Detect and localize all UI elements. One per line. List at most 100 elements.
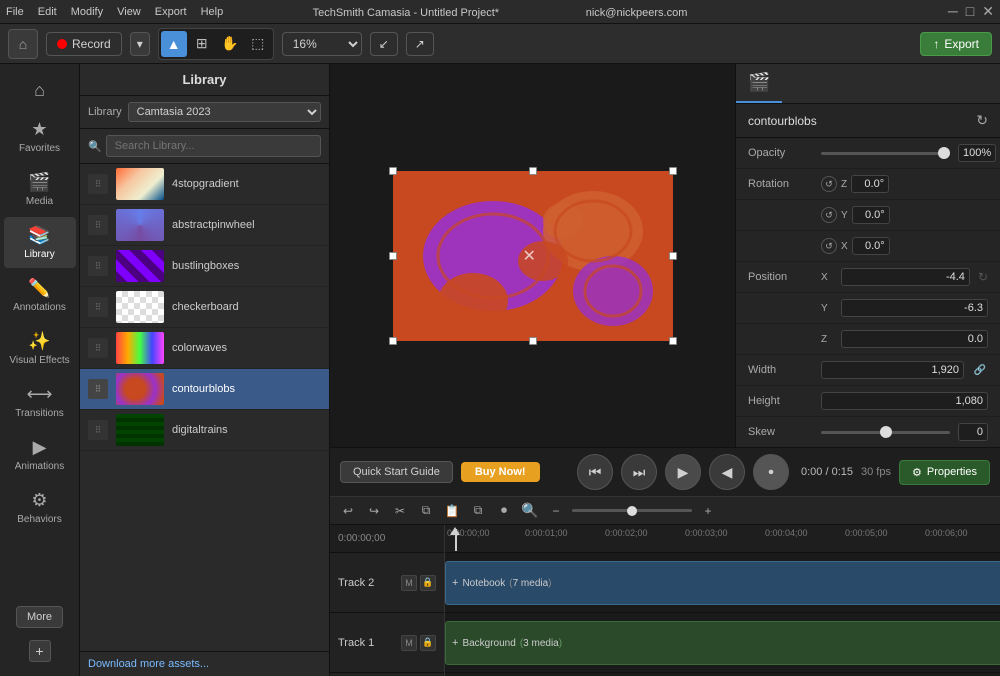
add-button[interactable]: +: [29, 640, 51, 662]
list-item[interactable]: ⠿ 4stopgradient: [80, 164, 329, 205]
download-assets-link[interactable]: Download more assets...: [88, 658, 209, 670]
nav-transitions[interactable]: ⟷ Transitions: [4, 376, 76, 427]
menu-help[interactable]: Help: [201, 6, 224, 18]
rotation-z-value[interactable]: 0.0°: [851, 175, 889, 193]
canvas-container[interactable]: ✕: [393, 171, 673, 341]
end-button[interactable]: ⏺: [753, 454, 789, 490]
nav-behaviors[interactable]: ⚙ Behaviors: [4, 482, 76, 533]
nav-animations[interactable]: ▶ Animations: [4, 429, 76, 480]
position-x-value[interactable]: -4.4: [841, 268, 970, 286]
list-item[interactable]: ⠿ checkerboard: [80, 287, 329, 328]
track1-lock-btn[interactable]: 🔒: [420, 635, 436, 651]
zoom-plus-icon[interactable]: +: [698, 501, 718, 521]
redo-icon[interactable]: ↪: [364, 501, 384, 521]
step-forward-button[interactable]: ◀: [709, 454, 745, 490]
record-button[interactable]: Record: [46, 32, 122, 56]
menu-modify[interactable]: Modify: [71, 6, 103, 18]
list-item[interactable]: ⠿ contourblobs: [80, 369, 329, 410]
track2-clip[interactable]: + Notebook (7 media): [445, 561, 1000, 605]
step-back-button[interactable]: ⏭: [621, 454, 657, 490]
handle-br[interactable]: [669, 337, 677, 345]
handle-tr[interactable]: [669, 167, 677, 175]
handle-ml[interactable]: [389, 252, 397, 260]
quickstart-button[interactable]: Quick Start Guide: [340, 461, 453, 483]
copy-icon[interactable]: ⧉: [416, 501, 436, 521]
search-input[interactable]: [106, 135, 321, 157]
position-y-value[interactable]: -6.3: [841, 299, 988, 317]
menu-export[interactable]: Export: [155, 6, 187, 18]
undo-icon[interactable]: ↩: [338, 501, 358, 521]
skew-slider[interactable]: [821, 431, 950, 434]
nav-media[interactable]: 🎬 Media: [4, 164, 76, 215]
properties-button[interactable]: ⚙ Properties: [899, 460, 990, 485]
play-button[interactable]: ▶: [665, 454, 701, 490]
select-tool[interactable]: ▲: [161, 31, 187, 57]
rotation-x-row: ↺ X 0.0°: [736, 231, 1000, 262]
link-icon[interactable]: 🔗: [972, 362, 988, 378]
zoom-minus-icon[interactable]: −: [546, 501, 566, 521]
list-item[interactable]: ⠿ colorwaves: [80, 328, 329, 369]
handle-bm[interactable]: [529, 337, 537, 345]
export-button[interactable]: ↑ Export: [920, 32, 992, 56]
list-item[interactable]: ⠿ bustlingboxes: [80, 246, 329, 287]
buynow-button[interactable]: Buy Now!: [461, 462, 540, 482]
rotation-y-value[interactable]: 0.0°: [852, 206, 890, 224]
handle-mr[interactable]: [669, 252, 677, 260]
handle-tl[interactable]: [389, 167, 397, 175]
nav-forward-button[interactable]: ↗: [406, 32, 434, 56]
more-button[interactable]: More: [16, 606, 63, 628]
nav-visual-effects[interactable]: ✨ Visual Effects: [4, 323, 76, 374]
nav-media-label: Media: [26, 196, 53, 207]
nav-home[interactable]: ⌂: [4, 72, 76, 109]
menu-edit[interactable]: Edit: [38, 6, 57, 18]
handle-bl[interactable]: [389, 337, 397, 345]
opacity-value[interactable]: 100%: [958, 144, 996, 162]
menu-bar: File Edit Modify View Export Help TechSm…: [0, 0, 1000, 24]
menu-file[interactable]: File: [6, 6, 24, 18]
skew-value[interactable]: 0: [958, 423, 988, 441]
zoom-selector[interactable]: 16%: [282, 32, 362, 56]
track1-clip[interactable]: + Background (3 media): [445, 621, 1000, 665]
nav-favorites[interactable]: ★ Favorites: [4, 111, 76, 162]
width-value[interactable]: 1,920: [821, 361, 964, 379]
handle-tm[interactable]: [529, 167, 537, 175]
library-thumb: [116, 414, 164, 446]
list-item[interactable]: ⠿ digitaltrains: [80, 410, 329, 451]
time-ruler: 0:00:00;00 0:00:01;00 0:00:02;00 0:00:03…: [445, 525, 1000, 553]
cut-icon[interactable]: ✂: [390, 501, 410, 521]
track2-lock-btn[interactable]: 🔒: [420, 575, 436, 591]
track1-mute-btn[interactable]: M: [401, 635, 417, 651]
menu-view[interactable]: View: [117, 6, 141, 18]
zoom-in-icon[interactable]: 🔍: [520, 501, 540, 521]
track2-mute-btn[interactable]: M: [401, 575, 417, 591]
record-tl-icon[interactable]: ⏺: [494, 501, 514, 521]
rewind-button[interactable]: ⏮: [577, 454, 613, 490]
position-z-value[interactable]: 0.0: [841, 330, 988, 348]
rotation-y-icon[interactable]: ↺: [821, 207, 837, 223]
transform-tool[interactable]: ⊞: [189, 31, 215, 57]
close-icon[interactable]: ✕: [982, 3, 994, 20]
rotation-x-icon[interactable]: ↺: [821, 238, 837, 254]
dropdown-arrow-icon[interactable]: ▾: [130, 32, 150, 56]
minimize-icon[interactable]: ─: [948, 3, 958, 20]
nav-annotations[interactable]: ✏️ Annotations: [4, 270, 76, 321]
nav-library[interactable]: 📚 Library: [4, 217, 76, 268]
pan-tool[interactable]: ✋: [217, 31, 243, 57]
opacity-slider[interactable]: [821, 152, 950, 155]
crop-tool[interactable]: ⬚: [245, 31, 271, 57]
nav-visual-effects-label: Visual Effects: [9, 355, 69, 366]
tab-visual-properties[interactable]: 🎬: [736, 64, 782, 103]
rotation-z-icon[interactable]: ↺: [821, 176, 837, 192]
maximize-icon[interactable]: □: [966, 3, 974, 20]
paste-icon[interactable]: 📋: [442, 501, 462, 521]
height-value[interactable]: 1,080: [821, 392, 988, 410]
refresh-icon2[interactable]: ↻: [978, 270, 988, 284]
home-button[interactable]: ⌂: [8, 29, 38, 59]
refresh-icon[interactable]: ↻: [976, 112, 988, 129]
nav-back-button[interactable]: ↙: [370, 32, 398, 56]
library-version-select[interactable]: Camtasia 2023: [128, 102, 321, 122]
rotation-x-value[interactable]: 0.0°: [852, 237, 890, 255]
split-icon[interactable]: ⧉: [468, 501, 488, 521]
list-item[interactable]: ⠿ abstractpinwheel: [80, 205, 329, 246]
timeline-zoom-slider[interactable]: [572, 509, 692, 512]
